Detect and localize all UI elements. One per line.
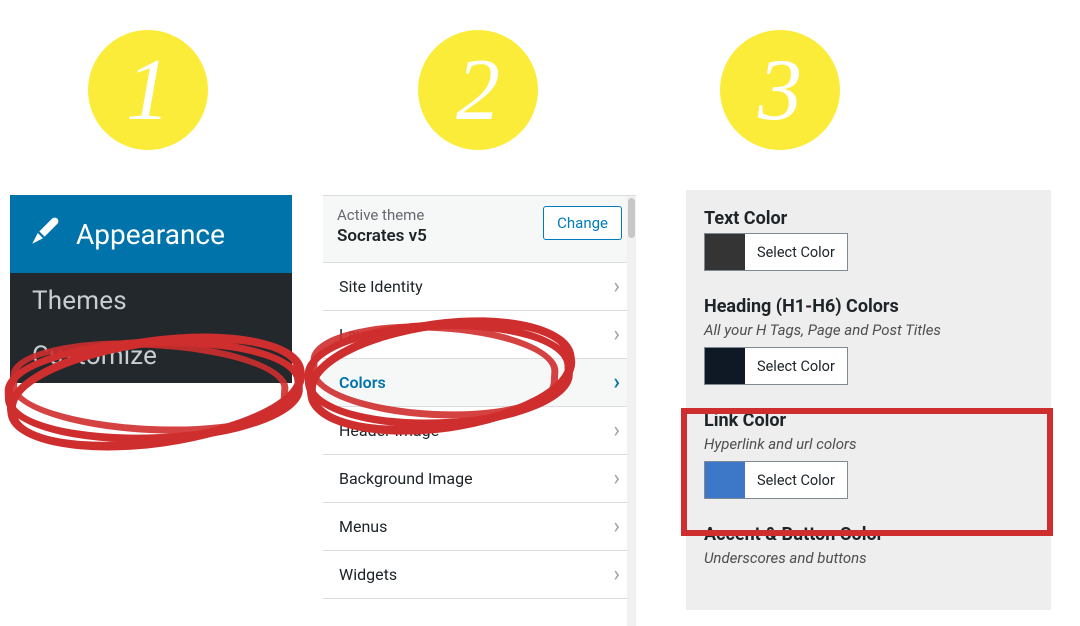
link-color-title: Link Color	[704, 410, 1033, 431]
appearance-label: Appearance	[76, 218, 225, 251]
section-label: Menus	[339, 517, 387, 536]
link-color-swatch	[705, 462, 745, 498]
step-badge-3: 3	[720, 30, 840, 150]
paintbrush-icon	[28, 214, 62, 255]
change-theme-button[interactable]: Change	[543, 206, 622, 240]
text-color-picker[interactable]: Select Color	[704, 233, 848, 271]
chevron-right-icon: ›	[613, 466, 620, 491]
chevron-right-icon: ›	[613, 370, 620, 395]
section-menus[interactable]: Menus ›	[323, 503, 636, 551]
heading-color-section: Heading (H1-H6) Colors All your H Tags, …	[704, 296, 1033, 388]
heading-color-picker[interactable]: Select Color	[704, 347, 848, 385]
chevron-right-icon: ›	[613, 562, 620, 587]
link-color-section: Link Color Hyperlink and url colors Sele…	[704, 410, 1033, 502]
section-label: Widgets	[339, 565, 397, 584]
accent-color-title: Accent & Button Color	[704, 524, 1033, 545]
accent-color-subtitle: Underscores and buttons	[704, 549, 1033, 567]
heading-color-title: Heading (H1-H6) Colors	[704, 296, 1033, 317]
text-color-title: Text Color	[704, 208, 1033, 229]
chevron-right-icon: ›	[613, 322, 620, 347]
scrollbar[interactable]	[627, 196, 636, 626]
chevron-right-icon: ›	[613, 514, 620, 539]
section-header-image[interactable]: Header Image ›	[323, 407, 636, 455]
section-label: Header Image	[339, 421, 439, 440]
text-color-swatch	[705, 234, 745, 270]
appearance-menu-header[interactable]: Appearance	[10, 195, 292, 273]
section-label: Layout	[339, 325, 387, 344]
section-colors[interactable]: Colors ›	[323, 359, 636, 407]
section-site-identity[interactable]: Site Identity ›	[323, 263, 636, 311]
section-background-image[interactable]: Background Image ›	[323, 455, 636, 503]
select-color-label: Select Color	[745, 472, 847, 489]
link-color-subtitle: Hyperlink and url colors	[704, 435, 1033, 453]
accent-color-section: Accent & Button Color Underscores and bu…	[704, 524, 1033, 567]
colors-panel: Text Color Select Color Heading (H1-H6) …	[686, 190, 1051, 610]
text-color-section: Text Color Select Color	[704, 208, 1033, 274]
chevron-right-icon: ›	[613, 274, 620, 299]
chevron-right-icon: ›	[613, 418, 620, 443]
customizer-section-list: Site Identity › Layout › Colors › Header…	[323, 262, 636, 599]
active-theme-name: Socrates v5	[337, 226, 427, 246]
section-label: Site Identity	[339, 277, 423, 296]
heading-color-swatch	[705, 348, 745, 384]
section-widgets[interactable]: Widgets ›	[323, 551, 636, 599]
step-badge-1: 1	[88, 30, 208, 150]
active-theme-label: Active theme	[337, 206, 427, 224]
step-badge-2: 2	[418, 30, 538, 150]
admin-sidebar: Appearance Themes Customize	[10, 195, 292, 383]
section-label: Colors	[339, 373, 386, 392]
appearance-submenu: Themes Customize	[10, 273, 292, 383]
select-color-label: Select Color	[745, 358, 847, 375]
sidebar-item-customize[interactable]: Customize	[10, 328, 292, 383]
customizer-panel: Active theme Socrates v5 Change Site Ide…	[323, 195, 636, 599]
section-layout[interactable]: Layout ›	[323, 311, 636, 359]
select-color-label: Select Color	[745, 244, 847, 261]
sidebar-item-themes[interactable]: Themes	[10, 273, 292, 328]
section-label: Background Image	[339, 469, 473, 488]
scrollbar-thumb[interactable]	[628, 198, 635, 238]
link-color-picker[interactable]: Select Color	[704, 461, 848, 499]
heading-color-subtitle: All your H Tags, Page and Post Titles	[704, 321, 1033, 339]
